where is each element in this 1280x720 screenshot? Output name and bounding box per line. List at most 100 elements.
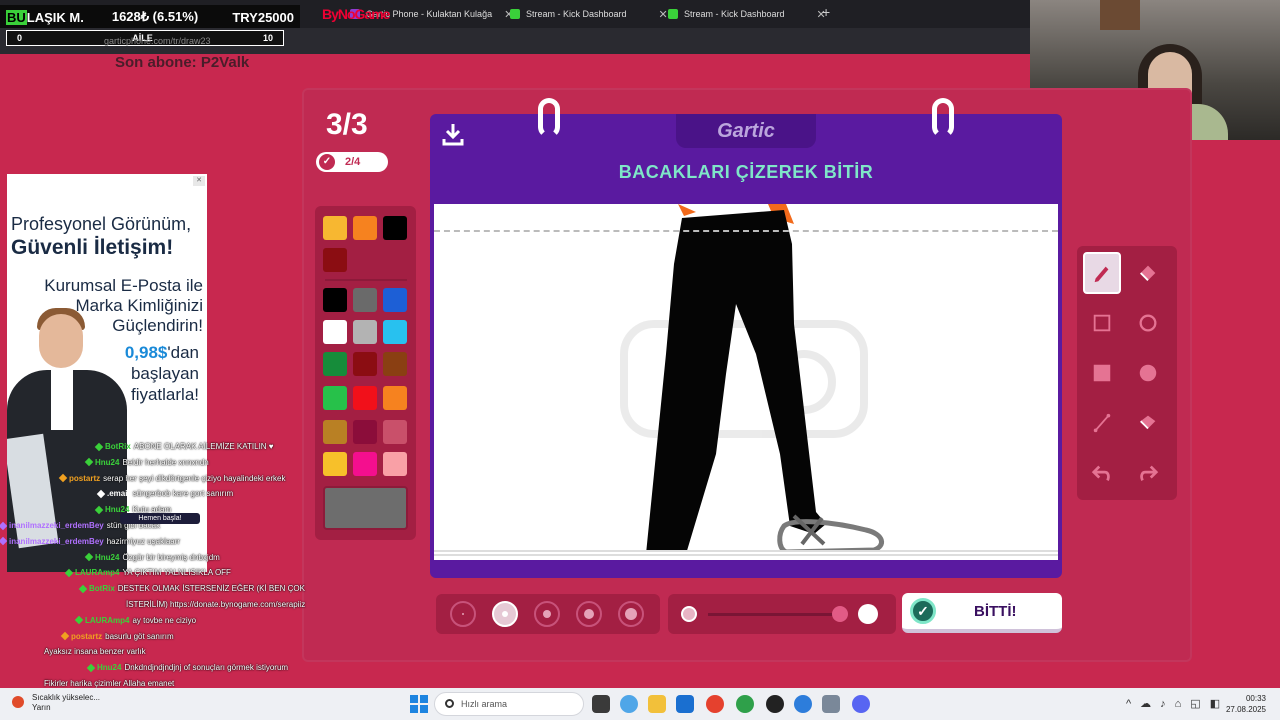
wall-picture <box>1100 0 1140 30</box>
chat-message: Hnu24 Özgür bir bireymiş dnbxjdm <box>84 552 220 562</box>
circle-outline-tool-button[interactable] <box>1129 302 1167 344</box>
copilot-icon[interactable] <box>620 695 638 713</box>
opacity-slider[interactable] <box>668 594 896 634</box>
drawing-canvas[interactable] <box>430 200 1062 578</box>
chat-username[interactable]: postartz <box>69 474 100 483</box>
circle-fill-tool-button[interactable] <box>1129 352 1167 394</box>
system-tray[interactable]: ^☁♪⌂◱◧ <box>1126 697 1229 710</box>
settings-icon[interactable] <box>822 695 840 713</box>
chat-username[interactable]: inanilmazzeki_erdemBey <box>9 521 104 530</box>
color-swatch[interactable] <box>323 248 347 272</box>
brush-size-option[interactable] <box>576 601 602 627</box>
eraser-tool-button[interactable] <box>1129 252 1167 294</box>
chrome-profile-icon[interactable] <box>736 695 754 713</box>
redo-button[interactable] <box>1129 452 1167 494</box>
chat-username[interactable]: postartz <box>71 632 102 641</box>
file-explorer-icon[interactable] <box>648 695 666 713</box>
color-swatch[interactable] <box>323 386 347 410</box>
chat-message: inanilmazzeki_erdemBey hazirmiyuz uşaklaa… <box>0 537 180 546</box>
opacity-track[interactable] <box>708 613 842 616</box>
score-right: 10 <box>262 33 273 43</box>
weather-subtext: Yarın <box>32 703 51 712</box>
kick-favicon-icon <box>510 9 520 19</box>
opacity-handle[interactable] <box>832 606 848 622</box>
color-swatch[interactable] <box>323 216 347 240</box>
bucket-fill-tool-button[interactable] <box>1129 402 1167 444</box>
windows-start-icon[interactable] <box>410 695 428 713</box>
taskbar-search[interactable]: Hızlı arama <box>434 692 584 716</box>
color-swatch[interactable] <box>383 320 407 344</box>
color-swatch[interactable] <box>323 352 347 376</box>
chat-username[interactable]: BotRix <box>105 442 131 451</box>
chat-username[interactable]: .email <box>107 489 130 498</box>
brush-size-dot <box>543 610 551 618</box>
color-swatch[interactable] <box>353 386 377 410</box>
color-swatch[interactable] <box>323 420 347 444</box>
chat-text: hazirmiyuz uşaklaarr <box>106 536 181 546</box>
color-swatch[interactable] <box>353 352 377 376</box>
color-swatch[interactable] <box>323 288 347 312</box>
color-swatch[interactable] <box>383 216 407 240</box>
chat-text: Özgür bir bireymiş dnbxjdm <box>122 552 220 562</box>
ad-cta-chip[interactable]: Hemen başla! <box>120 513 200 524</box>
drawing-strokes <box>620 204 884 555</box>
chat-username[interactable]: Hnu24 <box>95 458 119 467</box>
color-swatch[interactable] <box>353 320 377 344</box>
chrome-icon[interactable] <box>706 695 724 713</box>
paper-edge <box>434 550 1058 558</box>
square-fill-tool-button[interactable] <box>1083 352 1121 394</box>
new-tab-button[interactable]: + <box>822 4 830 20</box>
brush-size-option[interactable] <box>618 601 644 627</box>
color-swatch[interactable] <box>353 420 377 444</box>
obs-icon[interactable] <box>766 695 784 713</box>
url-field[interactable]: garticphone.com/tr/draw23 <box>104 36 211 46</box>
download-icon[interactable] <box>442 122 464 146</box>
color-swatch[interactable] <box>383 386 407 410</box>
line-tool-button[interactable] <box>1083 402 1121 444</box>
edge-icon[interactable] <box>794 695 812 713</box>
color-swatch[interactable] <box>383 452 407 476</box>
ad-close-icon[interactable]: ✕ <box>193 176 205 186</box>
stream-ticker: BULAŞIK M. 1628₺ (6.51%) TRY25000 <box>0 5 300 29</box>
chat-username[interactable]: LAURAmp4 <box>75 568 119 577</box>
chat-username[interactable]: inanilmazzeki_erdemBey <box>9 537 104 546</box>
search-icon <box>445 699 454 708</box>
chat-text: Dnkdndjndjndjnj of sonuçları görmek isti… <box>124 663 289 673</box>
discord-icon[interactable] <box>852 695 870 713</box>
undo-button[interactable] <box>1083 452 1121 494</box>
chat-username[interactable]: Hnu24 <box>95 553 119 562</box>
task-view-icon[interactable] <box>592 695 610 713</box>
canvas-paper[interactable] <box>434 204 1058 560</box>
color-swatch[interactable] <box>383 352 407 376</box>
clock-date: 27.08.2025 <box>1225 705 1266 714</box>
color-swatch[interactable] <box>353 452 377 476</box>
taskbar-clock[interactable]: 00:33 27.08.2025 <box>1222 693 1266 715</box>
chat-username[interactable]: Hnu24 <box>97 663 121 672</box>
tab-kick-dashboard-2[interactable]: Stream - Kick Dashboard ✕ <box>668 4 826 24</box>
color-swatch[interactable] <box>383 288 407 312</box>
chat-text: basurlu göt sanırım <box>105 631 174 641</box>
chat-username[interactable]: BotRix <box>89 584 115 593</box>
pencil-tool-button[interactable] <box>1083 252 1121 294</box>
circle-outline-tool-icon <box>1139 314 1157 332</box>
done-button[interactable]: ✓ BİTTİ! <box>902 593 1062 633</box>
chat-message: Hnu24 Beldir herhalde xnnxndn <box>84 458 209 467</box>
color-swatch[interactable] <box>353 216 377 240</box>
close-tab-icon[interactable]: ✕ <box>659 8 668 21</box>
color-swatch[interactable] <box>353 288 377 312</box>
tab-kick-dashboard-1[interactable]: Stream - Kick Dashboard ✕ <box>510 4 668 24</box>
brush-size-option[interactable] <box>450 601 476 627</box>
square-outline-tool-button[interactable] <box>1083 302 1121 344</box>
chat-text: ay tovbe ne ciziyo <box>132 615 197 625</box>
tab-gartic[interactable]: ByNoGame Gartic Phone - Kulaktan Kulağa … <box>322 4 513 24</box>
store-icon[interactable] <box>676 695 694 713</box>
line-tool-icon <box>1093 413 1111 433</box>
ad-body-line: Marka Kimliğinizi <box>75 296 203 315</box>
brush-size-option[interactable] <box>492 601 518 627</box>
weather-widget[interactable]: Sıcaklık yükselec... Yarın <box>12 693 100 713</box>
color-swatch[interactable] <box>383 420 407 444</box>
color-swatch[interactable] <box>323 320 347 344</box>
chat-username[interactable]: LAURAmp4 <box>85 616 129 625</box>
brush-size-option[interactable] <box>534 601 560 627</box>
square-outline-tool-icon <box>1093 314 1111 332</box>
